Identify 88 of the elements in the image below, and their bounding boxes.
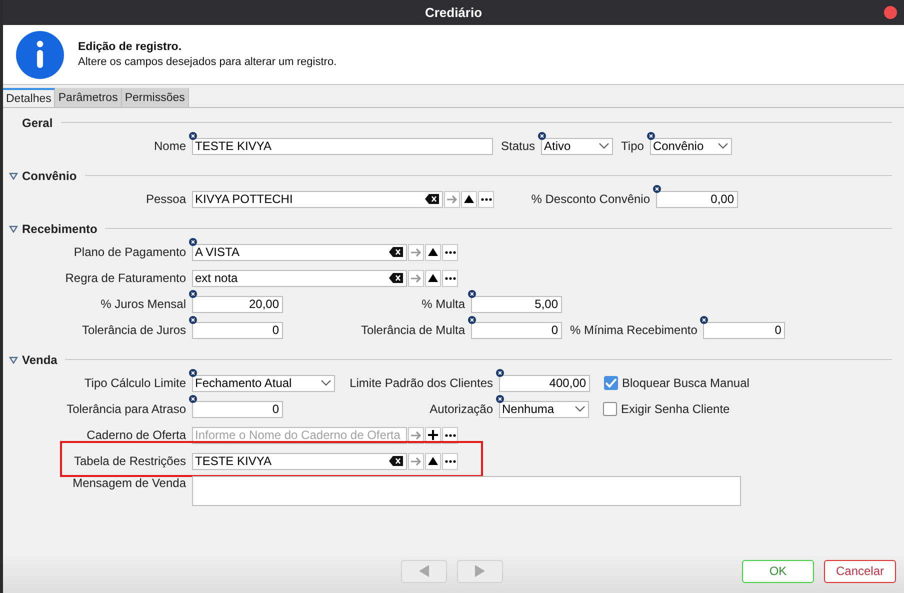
clear-icon[interactable] (389, 247, 403, 257)
input-field[interactable]: 0 (192, 322, 283, 338)
field-label: % Desconto Convênio (531, 192, 650, 206)
input-field[interactable]: 0 (703, 322, 786, 338)
dropdown[interactable]: Fechamento Atual (192, 374, 335, 392)
dropdown[interactable]: Ativo (541, 138, 614, 154)
more-button[interactable] (442, 244, 458, 260)
field-label: Status (501, 139, 536, 153)
more-button[interactable] (478, 190, 494, 208)
open-button[interactable] (425, 244, 441, 260)
field-label: Mensagem de Venda (72, 476, 186, 490)
field-label: Nome (154, 139, 186, 153)
triangle-left-icon (419, 565, 429, 577)
field-label: Regra de Faturamento (65, 271, 186, 285)
field-label: Autorização (430, 402, 493, 416)
lookup-field[interactable]: TESTE KIVYA (192, 452, 407, 470)
input-field[interactable]: 0,00 (656, 190, 738, 208)
input-field[interactable]: 0 (471, 322, 562, 338)
field-label: Pessoa (146, 192, 186, 206)
chevron-down-icon (321, 380, 331, 386)
window-title: Crediário (424, 5, 482, 20)
section-title: Venda (22, 352, 58, 366)
input-field[interactable]: 400,00 (499, 374, 590, 392)
arrow-right-icon (410, 274, 422, 282)
field-label: % Multa (422, 297, 465, 311)
input-field[interactable]: 5,00 (471, 296, 562, 312)
more-button[interactable] (442, 452, 458, 470)
input-field[interactable]: TESTE KIVYA (192, 138, 493, 154)
input-field[interactable]: 0 (192, 400, 283, 418)
field-label: Tolerância de Multa (360, 323, 465, 337)
plus-icon (428, 430, 438, 440)
collapse-triangle-icon[interactable] (9, 172, 18, 180)
field-label: Tipo (621, 139, 644, 153)
collapse-triangle-icon[interactable] (9, 224, 18, 232)
clear-icon[interactable] (389, 456, 403, 466)
open-button[interactable] (425, 452, 441, 470)
triangle-up-icon (428, 248, 438, 256)
more-button[interactable] (442, 270, 458, 286)
dropdown[interactable]: Convênio (650, 138, 732, 154)
arrow-right-icon (446, 194, 458, 204)
arrow-right-icon (410, 248, 422, 256)
field-label: % Mínima Recebimento (570, 323, 698, 337)
more-icon (444, 276, 456, 280)
chevron-down-icon (575, 406, 585, 412)
lookup-field[interactable]: ext nota (192, 270, 407, 286)
lookup-field[interactable]: A VISTA (192, 244, 407, 260)
close-button[interactable] (884, 6, 897, 19)
collapse-triangle-icon[interactable] (9, 356, 18, 364)
field-label: Caderno de Oferta (86, 428, 186, 442)
more-icon (444, 250, 456, 254)
tab[interactable]: Parâmetros (55, 88, 122, 107)
triangle-up-icon (428, 457, 438, 465)
clear-icon[interactable] (425, 194, 439, 204)
triangle-up-icon (428, 274, 438, 282)
triangle-up-icon (464, 195, 474, 203)
lookup-field[interactable]: KIVYA POTTECHI (192, 190, 443, 208)
chevron-down-icon (599, 143, 610, 149)
more-icon (480, 198, 492, 200)
open-button[interactable] (425, 270, 441, 286)
input-field[interactable]: 20,00 (192, 296, 283, 312)
section-title: Recebimento (22, 222, 98, 236)
cancel-button[interactable]: Cancelar (824, 560, 896, 582)
header-title: Edição de registro. (78, 41, 183, 53)
section-title: Geral (22, 116, 53, 130)
more-icon (444, 434, 456, 436)
checkbox-box[interactable] (603, 402, 617, 416)
field-label: Plano de Pagamento (74, 245, 186, 259)
field-label: Tolerância de Juros (82, 323, 186, 337)
arrow-right-icon (410, 430, 422, 440)
tab[interactable]: Detalhes (3, 88, 56, 107)
checkbox-box[interactable] (604, 376, 618, 390)
tab[interactable]: Permissões (122, 88, 189, 107)
more-icon (444, 460, 456, 462)
ok-button[interactable]: OK (742, 560, 814, 582)
arrow-right-icon (410, 456, 422, 466)
dropdown[interactable]: Nenhuma (499, 400, 589, 418)
field-label: Tipo Cálculo Limite (84, 376, 186, 390)
section-title: Convênio (22, 168, 77, 182)
header-subtitle: Altere os campos desejados para alterar um registro. (78, 56, 337, 68)
triangle-right-icon (475, 565, 485, 577)
field-label: Tolerância para Atraso (66, 402, 186, 416)
field-label: Limite Padrão dos Clientes (350, 376, 493, 390)
clear-icon[interactable] (389, 273, 403, 283)
field-label: % Juros Mensal (100, 297, 186, 311)
open-button[interactable] (461, 190, 477, 208)
chevron-down-icon (718, 143, 728, 149)
info-icon (16, 30, 64, 78)
field-label: Tabela de Restrições (74, 454, 186, 468)
